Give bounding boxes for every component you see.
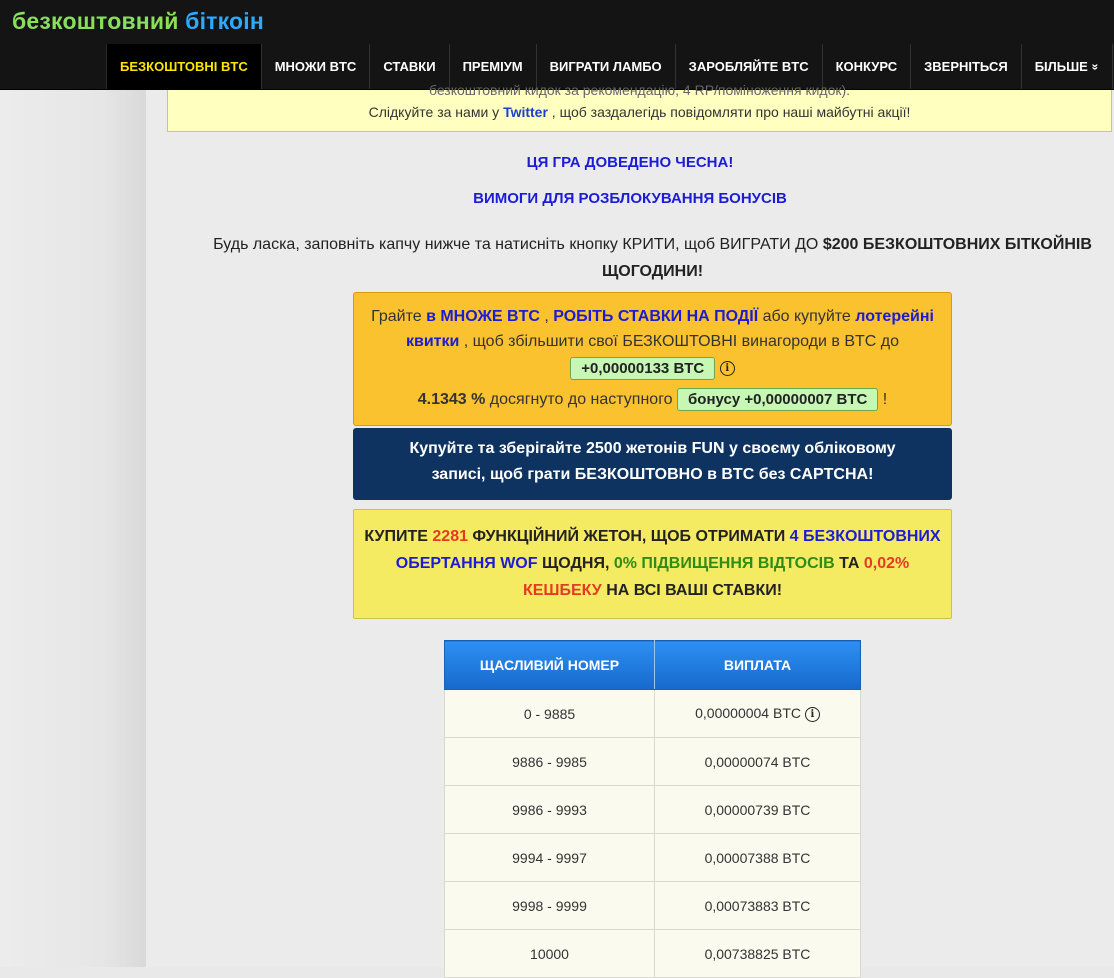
reward-row: +0,00000133 BTC i <box>354 356 951 381</box>
table-row: 10000 0,00738825 BTC <box>444 929 861 978</box>
table-row: 9998 - 9999 0,00073883 BTC <box>444 881 861 930</box>
promo-notice: безкоштовний кидок за рекомендацію, 4 RP… <box>167 82 1112 132</box>
betting-link[interactable]: РОБІТЬ СТАВКИ НА ПОДІЇ <box>553 308 758 325</box>
site-logo[interactable]: безкоштовний біткоін <box>12 8 264 35</box>
bonus-progress-text: досягнуто до наступного <box>485 391 673 408</box>
offer-text-a: КУПИТЕ <box>364 528 433 545</box>
payout-cell: 0,00000004 BTC i <box>654 689 861 738</box>
lucky-range: 10000 <box>444 929 655 978</box>
lucky-range: 9986 - 9993 <box>444 785 655 834</box>
bonus-progress-end: ! <box>878 391 888 408</box>
nav-divider <box>1111 44 1113 89</box>
fun-token-offer-box: КУПИТЕ 2281 ФУНКЦІЙНИЙ ЖЕТОН, ЩОБ ОТРИМА… <box>353 509 952 619</box>
boost-text-4: , щоб збільшити свої БЕЗКОШТОВНІ винагор… <box>459 333 900 350</box>
top-bar: безкоштовний біткоін <box>0 0 1114 44</box>
notice-cut-line: безкоштовний кидок за рекомендацію, 4 RP… <box>428 82 851 98</box>
lucky-range: 0 - 9885 <box>444 689 655 738</box>
table-row: 0 - 9885 0,00000004 BTC i <box>444 689 861 738</box>
lucky-range: 9998 - 9999 <box>444 881 655 930</box>
left-gutter <box>0 90 146 967</box>
boost-text-3: або купуйте <box>758 308 856 325</box>
reward-boost-text: Грайте в МНОЖЕ BTC , РОБІТЬ СТАВКИ НА ПО… <box>354 304 951 354</box>
offer-text-c: ЩОДНЯ, <box>537 555 614 572</box>
offer-text-d: ТА <box>834 555 864 572</box>
logo-part-2: біткоін <box>185 8 264 34</box>
notice-follow-line: Слідкуйте за нами у Twitter , щоб заздал… <box>168 104 1111 120</box>
payout-value: 0,00000004 BTC <box>695 705 801 722</box>
table-row: 9986 - 9993 0,00000739 BTC <box>444 785 861 834</box>
multiply-btc-link[interactable]: в МНОЖЕ BTC <box>426 308 540 325</box>
bonus-progress-row: 4.1343 % досягнуто до наступного бонусу … <box>354 387 951 412</box>
header-lucky-number: ЩАСЛИВИЙ НОМЕР <box>444 640 655 690</box>
logo-part-1: безкоштовний <box>12 8 186 34</box>
twitter-link[interactable]: Twitter <box>503 104 548 120</box>
payout-value: 0,00000739 BTC <box>654 785 861 834</box>
offer-rate-boost: 0% ПІДВИЩЕННЯ ВІДТОСІВ <box>613 555 835 572</box>
table-row: 9886 - 9985 0,00000074 BTC <box>444 737 861 786</box>
info-icon[interactable]: i <box>804 706 820 722</box>
double-chevron-down-icon: » <box>1088 63 1103 70</box>
boost-text-2: , <box>539 308 554 325</box>
offer-token-count: 2281 <box>432 528 468 545</box>
reward-amount-badge: +0,00000133 BTC <box>570 357 716 380</box>
table-row: 9994 - 9997 0,00007388 BTC <box>444 833 861 882</box>
fun-token-text: Купуйте та зберігайте 2500 жетонів FUN у… <box>409 440 896 483</box>
payout-table: ЩАСЛИВИЙ НОМЕР ВИПЛАТА 0 - 9885 0,000000… <box>444 640 861 978</box>
lucky-range: 9886 - 9985 <box>444 737 655 786</box>
payout-value: 0,00007388 BTC <box>654 833 861 882</box>
next-bonus-badge: бонусу +0,00000007 BTC <box>677 388 879 411</box>
payout-value: 0,00000074 BTC <box>654 737 861 786</box>
intro-text: Будь ласка, заповніть капчу нижче та нат… <box>180 231 1114 285</box>
reward-boost-box: Грайте в МНОЖЕ BTC , РОБІТЬ СТАВКИ НА ПО… <box>353 292 952 426</box>
provably-fair-link[interactable]: ЦЯ ГРА ДОВЕДЕНО ЧЕСНА! <box>146 154 1114 171</box>
boost-text-1: Грайте <box>371 308 427 325</box>
table-header-row: ЩАСЛИВИЙ НОМЕР ВИПЛАТА <box>444 640 861 690</box>
payout-value: 0,00738825 BTC <box>654 929 861 978</box>
header-payout: ВИПЛАТА <box>654 640 861 690</box>
nav-more-label: БІЛЬШЕ <box>1034 59 1088 74</box>
intro-text-pre: Будь ласка, заповніть капчу нижче та нат… <box>213 236 823 253</box>
offer-text-e: НА ВСІ ВАШІ СТАВКИ! <box>601 582 783 599</box>
offer-text-b: ФУНКЦІЙНИЙ ЖЕТОН, ЩОБ ОТРИМАТИ <box>467 528 790 545</box>
lucky-range: 9994 - 9997 <box>444 833 655 882</box>
fun-token-box: Купуйте та зберігайте 2500 жетонів FUN у… <box>353 428 952 500</box>
bonus-requirements-link[interactable]: ВИМОГИ ДЛЯ РОЗБЛОКУВАННЯ БОНУСІВ <box>146 190 1114 207</box>
notice-text-pre: Слідкуйте за нами у <box>368 104 504 120</box>
bonus-percent: 4.1343 % <box>417 391 486 408</box>
payout-value: 0,00073883 BTC <box>654 881 861 930</box>
fun-token-offer-text: КУПИТЕ 2281 ФУНКЦІЙНИЙ ЖЕТОН, ЩОБ ОТРИМА… <box>354 523 951 604</box>
notice-text-post: , щоб заздалегідь повідомляти про наші м… <box>547 104 911 120</box>
info-icon[interactable]: i <box>719 361 735 377</box>
